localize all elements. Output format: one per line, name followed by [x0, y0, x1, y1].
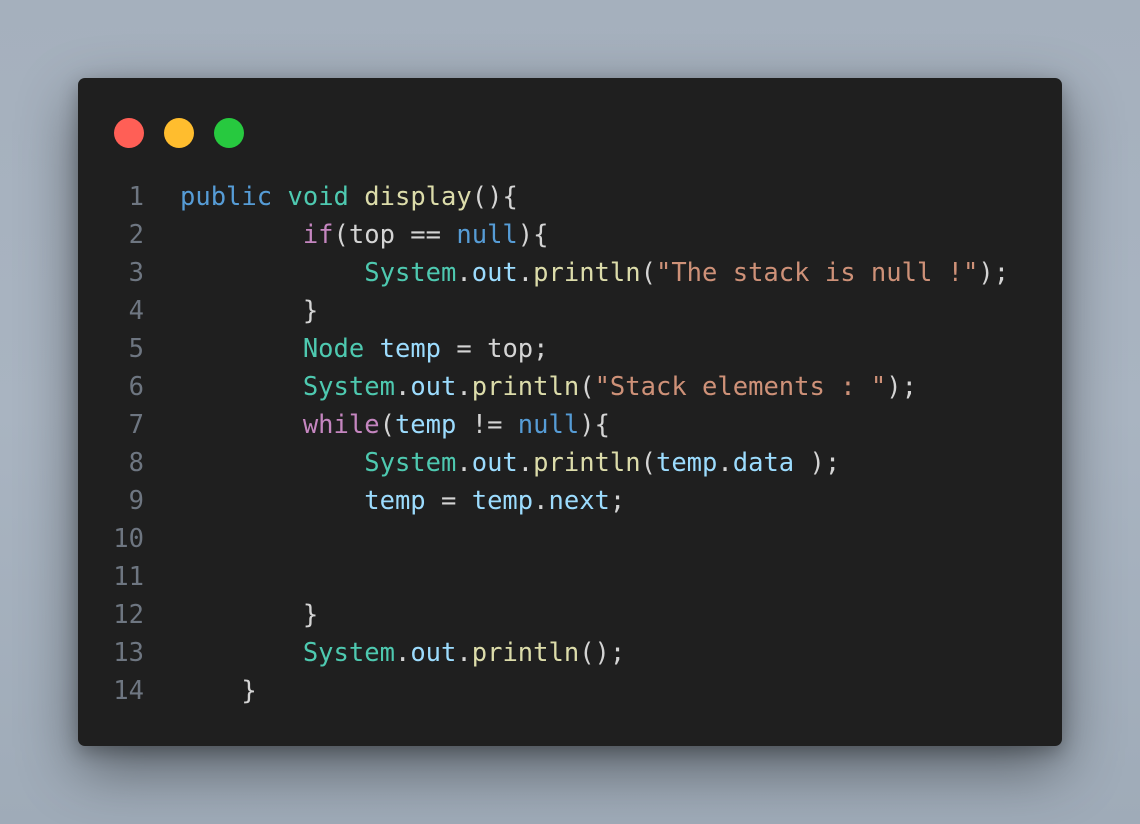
code-token: . — [517, 448, 534, 478]
code-token: ); — [794, 448, 841, 478]
code-text: } — [180, 672, 257, 710]
code-token: } — [180, 600, 319, 630]
code-token: ){ — [517, 220, 549, 250]
code-token: temp — [364, 486, 426, 516]
code-token: temp — [379, 334, 442, 364]
line-number: 3 — [128, 258, 144, 288]
code-token: out — [471, 258, 518, 288]
code-token: ); — [886, 372, 917, 402]
code-token: (){ — [471, 182, 518, 212]
code-token: System — [302, 638, 395, 668]
minimize-dot-icon[interactable] — [164, 118, 194, 148]
code-token: out — [410, 638, 457, 668]
code-token: data — [732, 448, 795, 478]
code-token: out — [410, 372, 457, 402]
code-token: = top; — [441, 334, 549, 364]
line-number: 2 — [128, 220, 144, 250]
code-token: ( — [379, 410, 395, 440]
code-token: void — [287, 182, 349, 212]
code-token: public — [180, 182, 273, 212]
line-number: 8 — [128, 448, 144, 478]
code-token: ( — [579, 372, 595, 402]
code-text: } — [180, 596, 318, 634]
maximize-dot-icon[interactable] — [214, 118, 244, 148]
code-token: temp — [394, 410, 457, 440]
code-token: . — [533, 486, 549, 516]
code-token: } — [180, 296, 319, 326]
code-text: if(top == null){ — [180, 216, 549, 254]
code-token: println — [533, 448, 641, 478]
code-token: temp — [655, 448, 718, 478]
code-window: 1 public void display(){2 if(top == null)… — [78, 78, 1062, 746]
code-token: . — [456, 638, 472, 668]
code-text: System.out.println("Stack elements : "); — [180, 368, 917, 406]
line-number: 12 — [113, 600, 144, 630]
code-token: temp — [471, 486, 534, 516]
code-token: out — [471, 448, 518, 478]
line-number: 5 — [128, 334, 144, 364]
line-number: 10 — [113, 524, 144, 554]
code-token: next — [548, 486, 610, 516]
code-token: if — [302, 220, 334, 250]
code-token: != — [456, 410, 518, 440]
code-token: Node — [302, 334, 365, 364]
code-token: while — [302, 410, 380, 440]
code-token: . — [394, 372, 411, 402]
code-token: null — [456, 220, 518, 250]
line-number: 1 — [128, 182, 144, 212]
code-token: . — [456, 258, 472, 288]
code-token: . — [456, 372, 472, 402]
close-dot-icon[interactable] — [114, 118, 144, 148]
line-number: 4 — [128, 296, 144, 326]
code-token: ; — [609, 486, 626, 516]
code-token: . — [456, 448, 472, 478]
code-token: . — [517, 258, 534, 288]
code-token: println — [471, 638, 580, 668]
code-token: } — [180, 676, 257, 706]
line-number: 13 — [113, 638, 144, 668]
code-token: null — [517, 410, 580, 440]
code-text: while(temp != null){ — [180, 406, 610, 444]
code-text: System.out.println("The stack is null !"… — [180, 254, 1009, 292]
code-token: println — [533, 258, 641, 288]
code-token: (); — [579, 638, 626, 668]
line-number: 6 — [128, 372, 144, 402]
code-token: "Stack elements : " — [594, 372, 887, 402]
code-token: println — [471, 372, 580, 402]
line-number: 7 — [128, 410, 144, 440]
line-number: 14 — [113, 676, 144, 706]
code-token: System — [364, 258, 457, 288]
code-token: ( — [640, 258, 656, 288]
code-token: System — [302, 372, 395, 402]
line-number: 11 — [113, 562, 144, 592]
code-token: ( — [640, 448, 656, 478]
code-token: = — [425, 486, 472, 516]
code-text: System.out.println(temp.data ); — [180, 444, 840, 482]
code-text: public void display(){ — [180, 178, 518, 216]
code-token: ); — [978, 258, 1010, 288]
code-token: (top == — [333, 220, 457, 250]
code-text: temp = temp.next; — [180, 482, 625, 520]
code-token: System — [364, 448, 457, 478]
code-token: . — [717, 448, 733, 478]
code-text: System.out.println(); — [180, 634, 625, 672]
line-number: 9 — [128, 486, 144, 516]
code-token: . — [394, 638, 411, 668]
code-text: } — [180, 292, 318, 330]
code-token: display — [364, 182, 472, 212]
code-token: "The stack is null !" — [655, 258, 979, 288]
code-token: ){ — [579, 410, 610, 440]
code-text: Node temp = top; — [180, 330, 549, 368]
